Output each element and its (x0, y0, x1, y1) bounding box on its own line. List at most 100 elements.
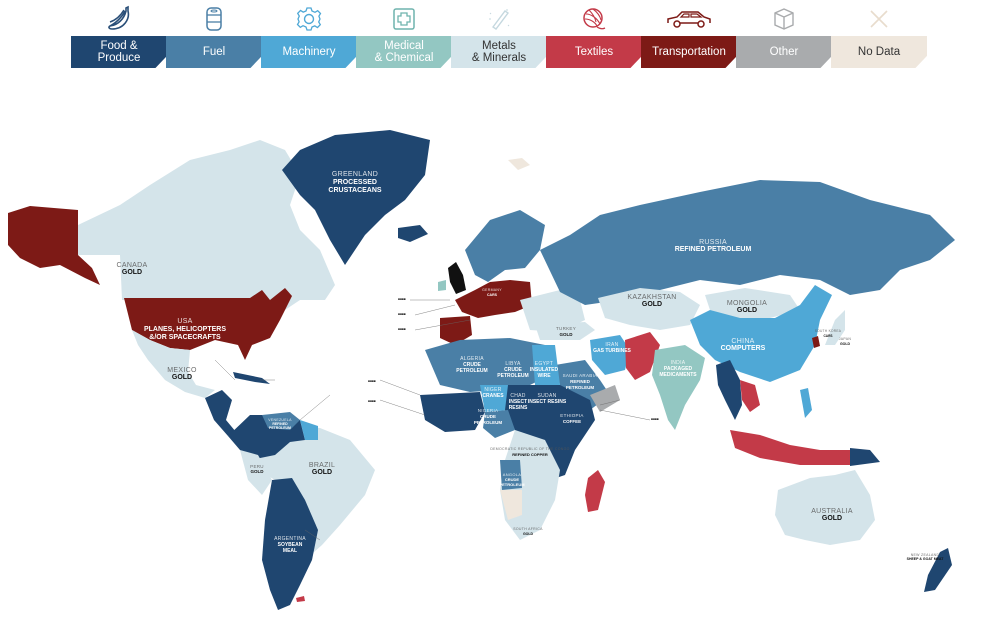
svg-text:GOLD: GOLD (822, 515, 842, 522)
svg-text:REFINED: REFINED (570, 379, 591, 384)
svg-text:GAS TURBINES: GAS TURBINES (593, 348, 631, 354)
svg-text:■■■■: ■■■■ (398, 327, 406, 331)
legend-label-machinery: Machinery (261, 36, 357, 68)
svg-text:PLANES, HELICOPTERS: PLANES, HELICOPTERS (144, 326, 226, 333)
svg-text:CRANES: CRANES (482, 393, 504, 399)
svg-text:■■■■: ■■■■ (368, 379, 376, 383)
svg-text:GOLD: GOLD (642, 301, 662, 308)
svg-text:SOUTH KOREA: SOUTH KOREA (815, 329, 842, 333)
country-iran[interactable] (590, 335, 630, 375)
svg-text:ETHIOPIA: ETHIOPIA (560, 413, 583, 418)
svg-text:WIRE: WIRE (537, 373, 551, 379)
medical-cross-icon (356, 4, 451, 34)
svg-text:GOLD: GOLD (840, 342, 851, 346)
country-uk[interactable] (448, 262, 466, 294)
label-new-zealand: NEW ZEALAND SHEEP & GOAT MEAT (907, 553, 945, 561)
svg-text:PETROLEUM: PETROLEUM (456, 368, 487, 374)
label-chad: CHAD INSECT RESINS (509, 393, 528, 411)
country-laos-vietnam-cambodia[interactable] (740, 380, 760, 412)
legend: Food & Produce Fuel Machinery Medical & Ch… (71, 0, 931, 70)
svg-text:■■■■: ■■■■ (368, 399, 376, 403)
legend-item-nodata: No Data (831, 0, 927, 70)
svg-text:PETROLEUM: PETROLEUM (269, 426, 291, 430)
svg-text:USA: USA (177, 318, 192, 325)
legend-label-fuel: Fuel (166, 36, 262, 68)
label-greenland: GREENLAND PROCESSED CRUSTACEANS (328, 171, 381, 194)
svg-text:&/OR SPACECRAFTS: &/OR SPACECRAFTS (149, 334, 221, 341)
legend-label-transportation: Transportation (641, 36, 737, 68)
banana-icon (71, 4, 166, 34)
svg-text:GREENLAND: GREENLAND (332, 171, 378, 178)
svg-text:AUSTRALIA: AUSTRALIA (811, 508, 853, 515)
svg-text:SOUTH AFRICA: SOUTH AFRICA (513, 527, 543, 531)
svg-text:PETROLEUM: PETROLEUM (497, 373, 528, 379)
yarn-ball-icon (546, 4, 641, 34)
country-turkey[interactable] (535, 322, 595, 340)
legend-item-textiles: Textiles (546, 0, 642, 70)
country-ireland[interactable] (438, 280, 446, 291)
country-indonesia[interactable] (730, 430, 850, 465)
svg-text:COFFEE: COFFEE (563, 419, 581, 424)
svg-text:TURKEY: TURKEY (556, 326, 576, 331)
label-peru: PERU GOLD (250, 464, 264, 474)
country-scandinavia[interactable] (465, 210, 545, 282)
svg-text:GOLD: GOLD (560, 332, 574, 337)
svg-text:CRUDE: CRUDE (480, 414, 496, 419)
svg-text:COMPUTERS: COMPUTERS (721, 345, 766, 352)
svg-text:GOLD: GOLD (122, 269, 142, 276)
svg-text:PETROLEUM: PETROLEUM (474, 420, 503, 425)
country-cuba[interactable] (233, 372, 270, 384)
gear-icon (261, 4, 356, 34)
country-falklands[interactable] (296, 596, 305, 602)
svg-text:CHINA: CHINA (731, 338, 754, 345)
legend-item-machinery: Machinery (261, 0, 357, 70)
svg-text:■■■■: ■■■■ (651, 417, 659, 421)
svg-text:PETROLEUM: PETROLEUM (566, 385, 595, 390)
country-central-america[interactable] (205, 390, 236, 436)
country-russia[interactable] (540, 180, 955, 305)
country-philippines[interactable] (800, 388, 812, 418)
legend-item-fuel: Fuel (166, 0, 262, 70)
svg-text:CANADA: CANADA (117, 262, 148, 269)
svg-text:DEMOCRATIC REPUBLIC OF THE CON: DEMOCRATIC REPUBLIC OF THE CONGO (490, 447, 569, 451)
legend-label-metals: Metals & Minerals (451, 36, 547, 68)
label-mexico: MEXICO GOLD (167, 367, 197, 381)
country-india[interactable] (652, 345, 705, 430)
legend-item-other: Other (736, 0, 832, 70)
svg-text:REFINED COPPER: REFINED COPPER (512, 452, 548, 457)
svg-text:CARS: CARS (487, 293, 498, 297)
country-svalbard[interactable] (508, 158, 530, 170)
svg-text:MEAL: MEAL (283, 548, 297, 554)
label-japan: JAPAN GOLD (839, 337, 851, 346)
country-west-africa[interactable] (420, 392, 485, 432)
svg-text:MONGOLIA: MONGOLIA (727, 300, 767, 307)
legend-label-other: Other (736, 36, 832, 68)
svg-text:CRUSTACEANS: CRUSTACEANS (328, 187, 381, 194)
country-north-africa[interactable] (425, 338, 550, 392)
metal-bar-icon (451, 4, 546, 34)
label-ethiopia: ETHIOPIA COFFEE (560, 413, 583, 424)
world-map: ■■■■ ■■■■ ■■■■ ■■■■ ■■■■ ■■■■ GREENLAND … (8, 130, 955, 610)
svg-text:GERMANY: GERMANY (482, 288, 502, 292)
svg-text:MEXICO: MEXICO (167, 367, 197, 374)
legend-item-transportation: Transportation (641, 0, 737, 70)
label-brazil: BRAZIL GOLD (309, 462, 335, 476)
country-iceland[interactable] (398, 225, 428, 242)
legend-label-food: Food & Produce (71, 36, 167, 68)
legend-label-medical: Medical & Chemical (356, 36, 452, 68)
fuel-barrel-icon (166, 4, 261, 34)
country-western-europe[interactable] (455, 280, 532, 318)
svg-text:NIGERIA: NIGERIA (478, 408, 499, 413)
legend-label-textiles: Textiles (546, 36, 642, 68)
svg-text:KAZAKHSTAN: KAZAKHSTAN (627, 294, 676, 301)
car-icon (641, 4, 736, 34)
legend-item-food: Food & Produce (71, 0, 167, 70)
country-madagascar[interactable] (585, 470, 605, 512)
legend-label-nodata: No Data (831, 36, 927, 68)
legend-item-metals: Metals & Minerals (451, 0, 547, 70)
x-icon (831, 4, 926, 34)
svg-text:PROCESSED: PROCESSED (333, 179, 377, 186)
svg-text:PETROLEUM: PETROLEUM (499, 482, 525, 487)
svg-text:SAUDI ARABIA: SAUDI ARABIA (563, 373, 598, 378)
country-papua-new-guinea[interactable] (850, 448, 880, 466)
